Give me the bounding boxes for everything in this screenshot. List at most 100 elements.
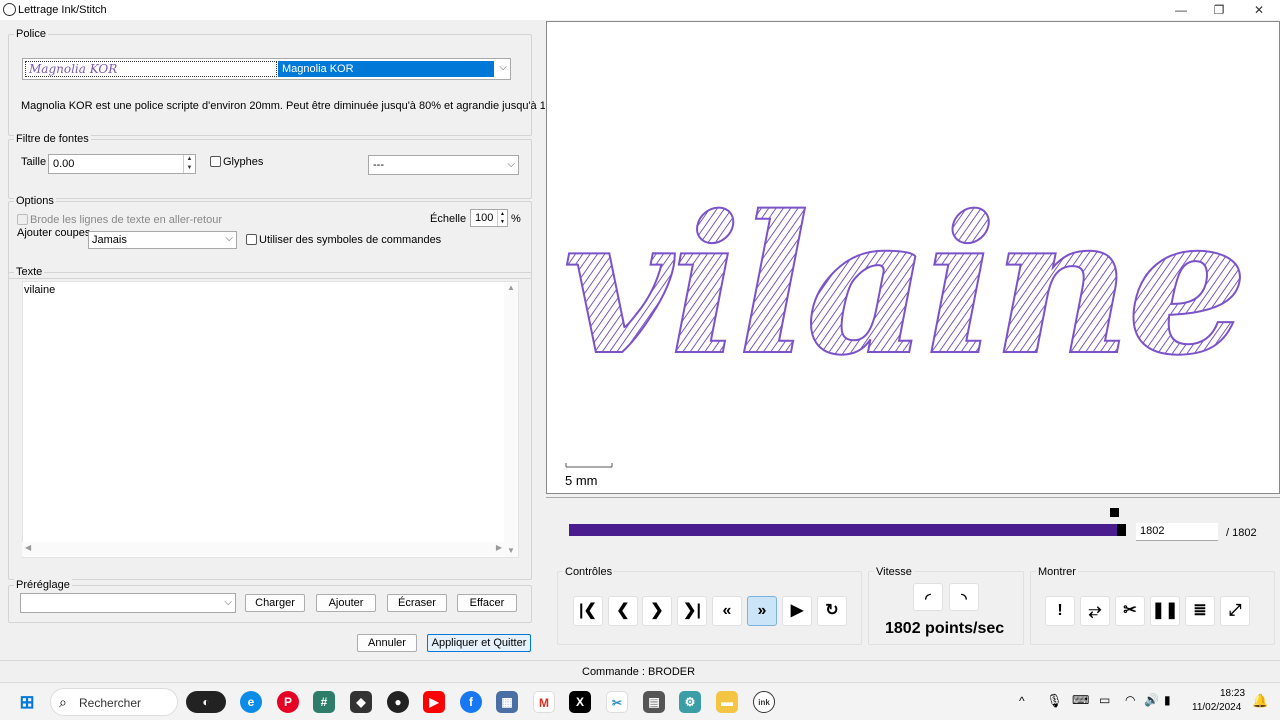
font-preview-text: Magnolia KOR [29, 62, 118, 76]
chevron-down-icon: ⌵ [224, 597, 232, 608]
load-button[interactable]: Charger [245, 594, 305, 612]
spinner-arrows-icon[interactable]: ▲ ▼ [497, 210, 507, 226]
text-content: vilaine [24, 284, 56, 296]
pinterest-icon[interactable]: P [277, 691, 299, 713]
spinner-arrows-icon[interactable]: ▲ ▼ [183, 155, 195, 173]
app-icon-hashtag[interactable]: # [313, 691, 335, 713]
speed-up-icon[interactable]: ◝ [949, 583, 979, 611]
speed-value: 1802 points/sec [885, 620, 1005, 637]
delete-button[interactable]: Effacer [457, 594, 517, 612]
font-description: Magnolia KOR est une police scripte d'en… [21, 100, 568, 112]
filter-group-title: Filtre de fontes [14, 133, 91, 145]
scroll-down-icon[interactable]: ▼ [504, 546, 518, 555]
close-button[interactable]: ✕ [1239, 0, 1279, 20]
command-symbols-label: Utiliser des symboles de commandes [259, 234, 442, 246]
microphone-icon[interactable]: 🎙 [1046, 693, 1063, 709]
slider-top-marker[interactable] [1110, 508, 1119, 517]
wifi-icon[interactable]: ◠ [1125, 693, 1135, 707]
window-title: Lettrage Ink/Stitch [18, 4, 107, 16]
text-input[interactable]: vilaine ▲ ▼ [22, 281, 519, 558]
facebook-icon[interactable]: f [460, 691, 482, 713]
show-title: Montrer [1036, 566, 1078, 578]
windows-start-icon[interactable]: ⊞ [16, 691, 38, 713]
next-icon[interactable]: ❯ [642, 596, 672, 626]
play-icon[interactable]: ▶ [782, 596, 812, 626]
app-icon-blue[interactable]: ▦ [496, 691, 518, 713]
glyph-filter-select[interactable]: --- ⌵ [368, 155, 519, 175]
trims-select[interactable]: Jamais ⌵ [88, 231, 237, 249]
scroll-left-icon[interactable]: ◀ [25, 543, 31, 552]
settings-app-icon[interactable]: ⚙ [679, 691, 701, 713]
inkscape-icon[interactable]: ◆ [350, 691, 372, 713]
gmail-icon[interactable]: M [533, 691, 555, 713]
size-value: 0.00 [53, 158, 75, 170]
battery-icon[interactable]: ▮ [1164, 693, 1171, 707]
stitch-slider-track[interactable] [569, 524, 1125, 536]
stitched-text: vilaine [563, 174, 1244, 397]
clock-date[interactable]: 11/02/2024 [1192, 702, 1241, 713]
youtube-icon[interactable]: ▶ [423, 691, 445, 713]
error-icon[interactable]: ! [1045, 596, 1075, 626]
snipping-tool-icon[interactable]: ✂ [606, 691, 628, 713]
back-forth-checkbox[interactable] [17, 214, 28, 225]
slider-handle[interactable] [1117, 524, 1126, 536]
obs-icon[interactable]: ● [387, 691, 409, 713]
color-change-icon[interactable]: ≣ [1185, 596, 1215, 626]
cancel-button[interactable]: Annuler [357, 634, 417, 652]
minimize-button[interactable]: — [1161, 0, 1201, 20]
stitch-total: / 1802 [1226, 527, 1257, 539]
first-icon[interactable]: |❮ [573, 596, 603, 626]
edge-icon[interactable]: e [240, 691, 262, 713]
scroll-right-icon[interactable]: ▶ [496, 543, 502, 552]
display-icon[interactable]: ▭ [1099, 693, 1110, 707]
slow-down-icon[interactable]: ◜ [913, 583, 943, 611]
scale-spinner[interactable]: 100 ▲ ▼ [470, 209, 508, 227]
font-name-highlight: Magnolia KOR [278, 61, 494, 77]
glyphs-checkbox[interactable] [210, 156, 221, 167]
file-explorer-icon[interactable]: ▬ [716, 691, 738, 713]
chevron-up-icon[interactable]: ^ [1019, 694, 1025, 708]
stop-icon[interactable]: ❚❚ [1150, 596, 1180, 626]
controls-title: Contrôles [563, 566, 615, 578]
notification-icon[interactable]: 🔔 [1252, 693, 1268, 709]
calculator-icon[interactable]: ▤ [643, 691, 665, 713]
overwrite-button[interactable]: Écraser [387, 594, 447, 612]
maximize-button[interactable]: ❐ [1199, 0, 1239, 20]
vertical-scrollbar[interactable]: ▲ ▼ [504, 282, 518, 557]
clock-time[interactable]: 18:23 [1220, 688, 1245, 699]
preset-group-title: Préréglage [14, 579, 72, 591]
last-icon[interactable]: ❯| [677, 596, 707, 626]
size-spinner[interactable]: 0.00 ▲ ▼ [48, 154, 196, 174]
copilot-icon[interactable]: ◐ [186, 691, 226, 713]
horizontal-scrollbar[interactable]: ◀ ▶ [22, 542, 505, 556]
command-symbols-checkbox[interactable] [246, 234, 257, 245]
add-button[interactable]: Ajouter [316, 594, 376, 612]
size-label: Taille [21, 156, 47, 168]
trims-label: Ajouter coupes [17, 227, 91, 239]
font-preview: Magnolia KOR [25, 61, 277, 77]
search-icon: ⌕ [59, 694, 67, 710]
preset-select[interactable]: ⌵ [20, 593, 236, 613]
x-icon[interactable]: X [569, 691, 591, 713]
scale-unit: % [511, 213, 521, 225]
back-forth-label: Brode les lignes de texte en aller-retou… [30, 214, 222, 226]
options-group-title: Options [14, 195, 56, 207]
scissors-icon[interactable]: ✂ [1115, 596, 1145, 626]
restart-icon[interactable]: ↻ [817, 596, 847, 626]
needle-points-icon[interactable]: ⤢ [1220, 596, 1250, 626]
scroll-up-icon[interactable]: ▲ [504, 283, 518, 292]
rewind-icon[interactable]: « [712, 596, 742, 626]
settings-panel: Police Magnolia KOR Magnolia KOR ⌵ Magno… [0, 20, 568, 660]
font-select[interactable]: Magnolia KOR Magnolia KOR ⌵ [22, 58, 511, 80]
inkstitch-icon[interactable]: ink [753, 691, 775, 713]
volume-icon[interactable]: 🔊 [1144, 693, 1159, 707]
stitch-preview-canvas[interactable]: vilaine 5 mm [546, 21, 1280, 494]
apply-quit-button[interactable]: Appliquer et Quitter [427, 634, 531, 652]
prev-icon[interactable]: ❮ [608, 596, 638, 626]
fast-forward-icon[interactable]: » [747, 596, 777, 626]
keyboard-icon[interactable]: ⌨ [1072, 693, 1089, 707]
stitch-current-input[interactable]: 1802 [1136, 523, 1218, 541]
search-box[interactable]: ⌕ Rechercher [50, 688, 178, 716]
jump-icon[interactable]: ⥂ [1080, 596, 1110, 626]
command-status: Commande : BRODER [582, 666, 696, 678]
